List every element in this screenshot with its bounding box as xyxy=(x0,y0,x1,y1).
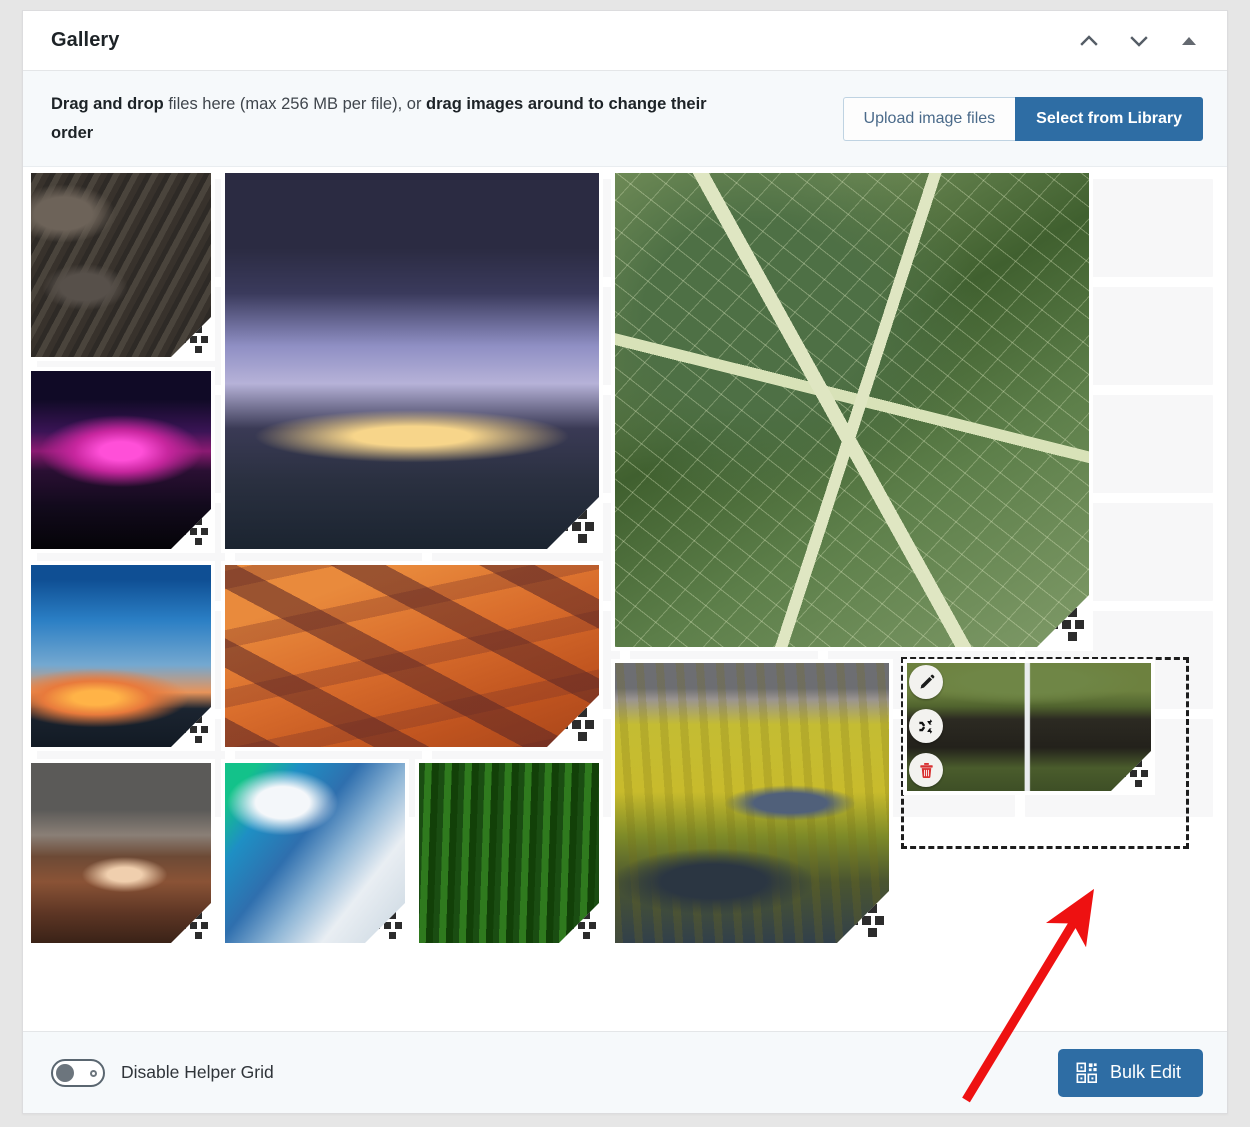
gallery-image-layer xyxy=(23,167,1227,1031)
gallery-item[interactable] xyxy=(27,367,215,553)
gallery-item[interactable] xyxy=(27,561,215,751)
collapse-button[interactable] xyxy=(1171,23,1207,59)
drag-handle-icon[interactable] xyxy=(171,707,211,747)
gallery-canvas[interactable] xyxy=(23,167,1227,1031)
gallery-image xyxy=(31,173,211,357)
edit-image-button[interactable] xyxy=(909,665,943,699)
dropzone-buttons: Upload image files Select from Library xyxy=(842,96,1203,141)
shuffle-icon xyxy=(918,718,932,734)
move-up-button[interactable] xyxy=(1071,23,1107,59)
delete-image-button[interactable] xyxy=(909,753,943,787)
toggle-ring-icon xyxy=(90,1069,97,1077)
triangle-up-icon xyxy=(1182,36,1196,45)
move-down-button[interactable] xyxy=(1121,23,1157,59)
bulk-edit-label: Bulk Edit xyxy=(1109,1062,1181,1082)
header-actions xyxy=(1071,23,1207,59)
drag-handle-icon[interactable] xyxy=(837,891,889,943)
gallery-item[interactable] xyxy=(221,759,409,947)
toggle-switch-icon[interactable] xyxy=(51,1058,105,1087)
gallery-item[interactable] xyxy=(221,169,603,553)
dropzone-instructions: Drag and drop files here (max 256 MB per… xyxy=(51,90,751,147)
gallery-item[interactable] xyxy=(27,169,215,361)
gallery-item[interactable] xyxy=(415,759,603,947)
select-from-library-button[interactable]: Select from Library xyxy=(1015,96,1203,141)
drag-handle-icon[interactable] xyxy=(547,497,599,549)
gallery-item[interactable] xyxy=(221,561,603,751)
drag-handle-icon[interactable] xyxy=(171,509,211,549)
gallery-item[interactable] xyxy=(611,169,1093,651)
gallery-image xyxy=(615,663,889,943)
drag-handle-icon[interactable] xyxy=(171,317,211,357)
chevron-up-icon xyxy=(1080,34,1098,46)
image-action-overlay xyxy=(909,665,943,787)
drag-handle-icon[interactable] xyxy=(171,903,211,943)
disable-helper-grid-toggle[interactable]: Disable Helper Grid xyxy=(51,1058,274,1087)
drag-handle-icon[interactable] xyxy=(547,695,599,747)
replace-image-button[interactable] xyxy=(909,709,943,743)
grid-squares-icon xyxy=(1076,1062,1097,1083)
dropzone-bar[interactable]: Drag and drop files here (max 256 MB per… xyxy=(23,71,1227,167)
dropzone-bold-1: Drag and drop xyxy=(51,95,164,114)
trash-icon xyxy=(919,762,933,778)
gallery-item-selected[interactable] xyxy=(903,659,1155,795)
drag-handle-icon[interactable] xyxy=(1037,595,1089,647)
gallery-item[interactable] xyxy=(611,659,893,947)
toggle-label: Disable Helper Grid xyxy=(121,1062,274,1082)
gallery-image xyxy=(31,565,211,747)
gallery-image xyxy=(31,763,211,943)
upload-image-files-button[interactable]: Upload image files xyxy=(842,96,1016,141)
dropzone-plain-1: files here (max 256 MB per file), or xyxy=(163,95,427,114)
gallery-image xyxy=(419,763,599,943)
gallery-panel: Gallery Drag and drop files here (max 25… xyxy=(22,10,1228,1114)
gallery-image xyxy=(31,371,211,549)
gallery-item[interactable] xyxy=(27,759,215,947)
panel-footer: Disable Helper Grid Bulk Edit xyxy=(23,1031,1227,1113)
pencil-icon xyxy=(920,674,934,688)
gallery-image xyxy=(225,173,599,549)
gallery-image xyxy=(225,763,405,943)
gallery-image xyxy=(615,173,1089,647)
chevron-down-icon xyxy=(1130,35,1148,47)
page-title: Gallery xyxy=(51,29,120,51)
panel-header: Gallery xyxy=(23,11,1227,71)
toggle-knob xyxy=(56,1063,74,1082)
drag-handle-icon[interactable] xyxy=(1111,751,1151,791)
drag-handle-icon[interactable] xyxy=(559,903,599,943)
gallery-image xyxy=(907,663,1151,791)
bulk-edit-button[interactable]: Bulk Edit xyxy=(1057,1048,1203,1097)
drag-handle-icon[interactable] xyxy=(365,903,405,943)
gallery-image xyxy=(225,565,599,747)
